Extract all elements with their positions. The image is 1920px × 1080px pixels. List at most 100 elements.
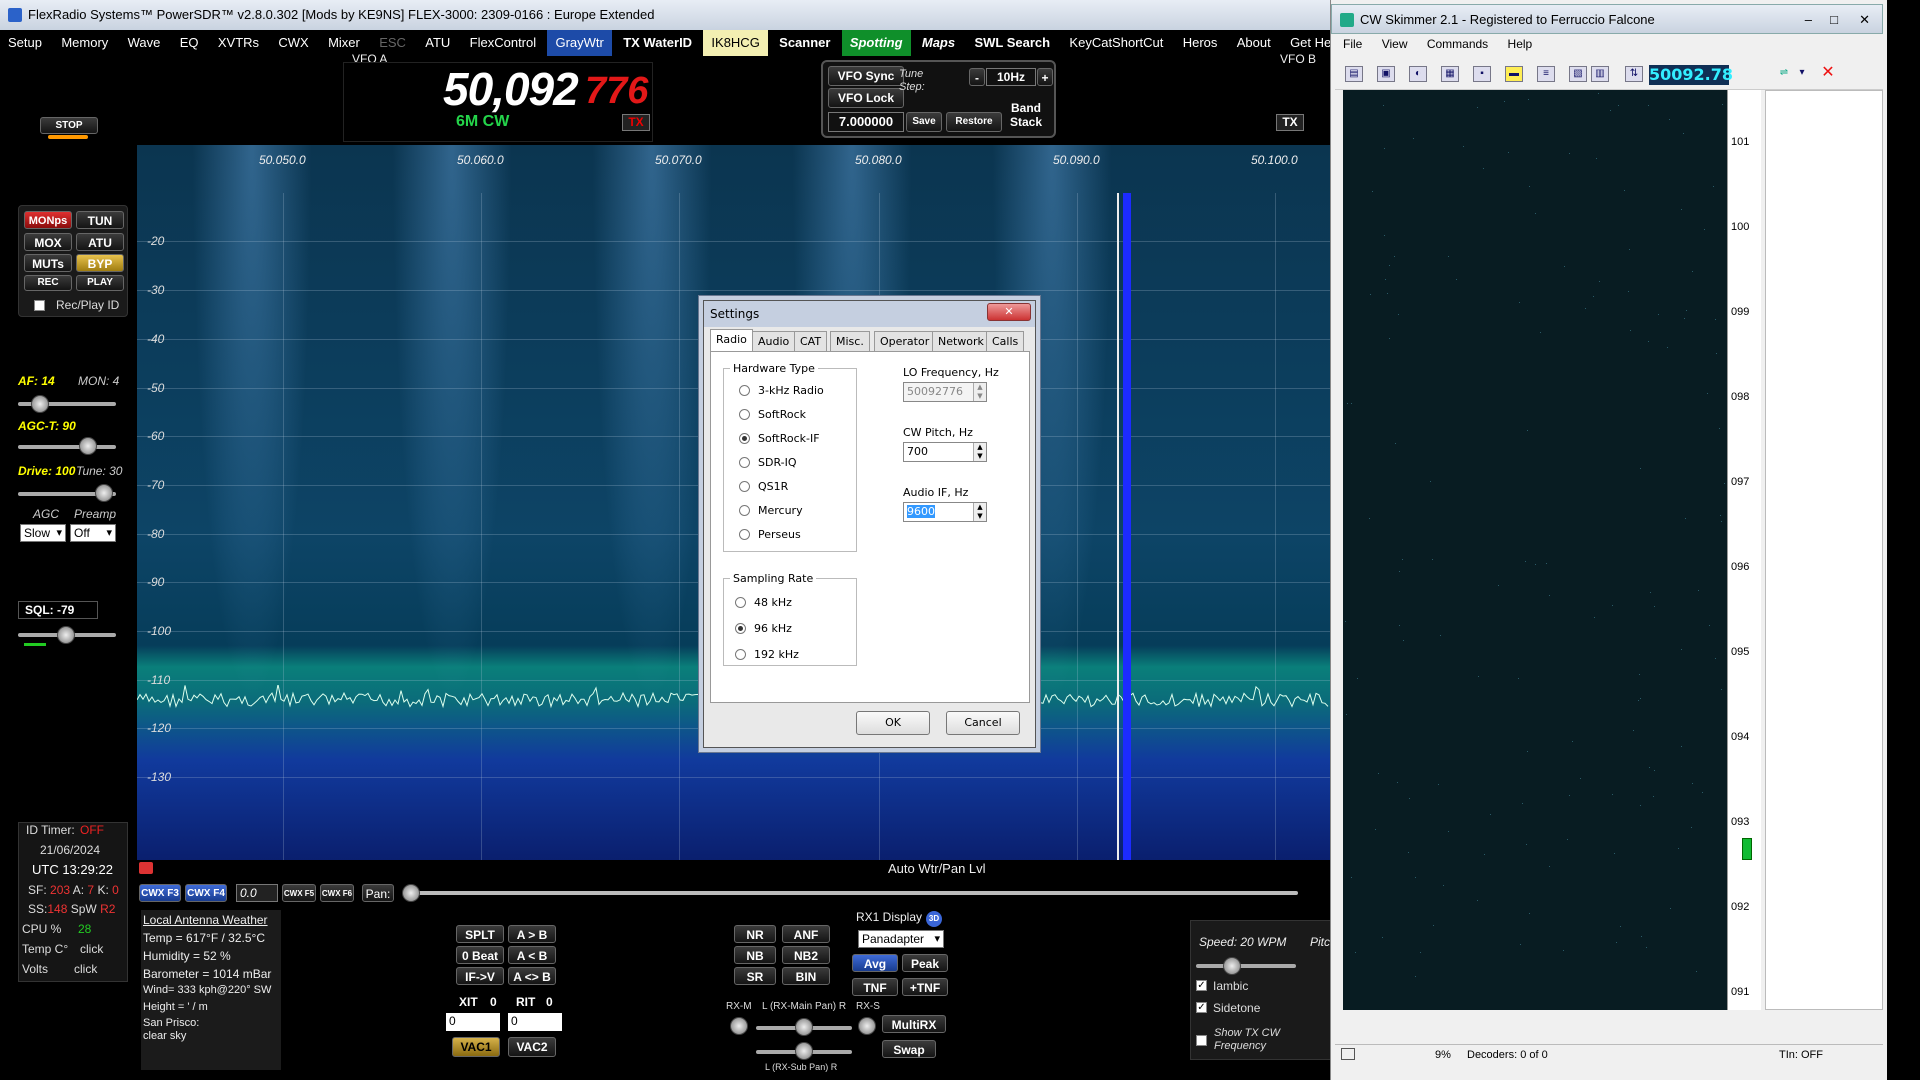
zero-beat-button[interactable]: 0 Beat	[456, 946, 504, 964]
stop-button[interactable]: STOP	[40, 117, 98, 134]
id-timer-value[interactable]: OFF	[80, 823, 104, 837]
network-icon[interactable]: ⇌	[1775, 66, 1793, 82]
mox-button[interactable]: MOX	[24, 233, 72, 251]
if-to-v-button[interactable]: IF->V	[456, 967, 504, 985]
preamp-select[interactable]: Off	[70, 524, 116, 542]
swap-button[interactable]: Swap	[882, 1040, 936, 1058]
tune-step-value[interactable]: 10Hz	[986, 68, 1036, 86]
filter-passband[interactable]	[1123, 193, 1131, 860]
minimize-icon[interactable]: –	[1805, 5, 1812, 35]
ok-button[interactable]: OK	[856, 711, 930, 735]
skimmer-menu-help[interactable]: Help	[1508, 37, 1533, 51]
cw-pitch-input[interactable]: 700 ▲ ▼	[903, 442, 987, 462]
muts-button[interactable]: MUTs	[24, 254, 72, 272]
menu-wave[interactable]: Wave	[120, 30, 169, 56]
cw-speed-knob[interactable]	[1223, 957, 1241, 975]
avg-button[interactable]: Avg	[852, 954, 898, 972]
menu-heros[interactable]: Heros	[1175, 30, 1226, 56]
sr-button[interactable]: SR	[734, 967, 776, 985]
chevron-down-icon[interactable]: ▾	[1793, 66, 1811, 82]
skimmer-menu-file[interactable]: File	[1343, 37, 1362, 51]
nr-button[interactable]: NR	[734, 925, 776, 943]
cwx-f6-button[interactable]: CWX F6	[320, 884, 354, 902]
cw-speed-slider[interactable]	[1196, 964, 1296, 968]
menu-about[interactable]: About	[1229, 30, 1279, 56]
agc-select[interactable]: Slow	[20, 524, 66, 542]
rit-input[interactable]: 0	[508, 1013, 562, 1031]
band-stack-button[interactable]: Band Stack	[1010, 101, 1042, 129]
tape-icon[interactable]: ▣	[1377, 66, 1395, 82]
menu-xvtrs[interactable]: XVTRs	[210, 30, 267, 56]
vfo-sync-button[interactable]: VFO Sync	[828, 66, 904, 86]
b-to-a-button[interactable]: A < B	[508, 946, 556, 964]
camera-icon[interactable]	[139, 862, 153, 874]
nb2-button[interactable]: NB2	[782, 946, 830, 964]
temp-click[interactable]: click	[80, 942, 103, 956]
sidetone-checkbox[interactable]: ✓	[1196, 1002, 1207, 1013]
main-pan-knob[interactable]	[795, 1018, 813, 1036]
hw-option-qs1r[interactable]: QS1R	[739, 480, 788, 493]
close-icon[interactable]: ✕	[987, 303, 1031, 321]
auto-wtr-pan-lvl[interactable]: Auto Wtr/Pan Lvl	[888, 861, 986, 876]
maximize-icon[interactable]: □	[1830, 5, 1838, 35]
spinner-icon[interactable]: ▲ ▼	[973, 383, 986, 401]
menu-cwx[interactable]: CWX	[270, 30, 316, 56]
cancel-button[interactable]: Cancel	[946, 711, 1020, 735]
xit-label[interactable]: XIT	[459, 995, 478, 1009]
vac2-button[interactable]: VAC2	[508, 1037, 556, 1057]
vfo-a-cursor-line[interactable]	[1117, 193, 1119, 860]
sr-option-96[interactable]: 96 kHz	[735, 622, 792, 635]
rec-button[interactable]: REC	[24, 275, 72, 291]
tab-misc[interactable]: Misc.	[830, 331, 870, 351]
vfo-b-tx-button[interactable]: TX	[1276, 114, 1304, 131]
marker-icon[interactable]: ▬	[1505, 66, 1523, 82]
menu-spotting[interactable]: Spotting	[841, 30, 911, 56]
sr-option-192[interactable]: 192 kHz	[735, 648, 799, 661]
multirx-button[interactable]: MultiRX	[882, 1015, 946, 1033]
monps-button[interactable]: MONps	[24, 211, 72, 229]
close-icon[interactable]: ✕	[1859, 5, 1870, 35]
spinner-icon[interactable]: ▲ ▼	[973, 503, 986, 521]
vfo-b-frequency[interactable]: 7.000000	[828, 112, 904, 132]
anf-button[interactable]: ANF	[782, 925, 830, 943]
menu-flexcontrol[interactable]: FlexControl	[462, 30, 544, 56]
display-mode-select[interactable]: Panadapter	[858, 930, 944, 948]
skimmer-waterfall[interactable]	[1343, 90, 1727, 1010]
hw-option-mercury[interactable]: Mercury	[739, 504, 803, 517]
tab-operator[interactable]: Operator	[874, 331, 936, 351]
rec-play-id-checkbox[interactable]	[34, 300, 45, 311]
spinner-icon[interactable]: ▲ ▼	[973, 443, 986, 461]
iambic-checkbox[interactable]: ✓	[1196, 980, 1207, 991]
radio-icon[interactable]: ▤	[1345, 66, 1363, 82]
vfo-a-frequency[interactable]: 50,092	[443, 62, 579, 116]
af-slider-knob[interactable]	[31, 395, 49, 413]
nb-button[interactable]: NB	[734, 946, 776, 964]
vfo-lock-button[interactable]: VFO Lock	[828, 88, 904, 108]
rx-m-gain-knob[interactable]	[730, 1017, 748, 1035]
pan-slider-track[interactable]	[408, 891, 1298, 895]
menu-maps[interactable]: Maps	[914, 30, 963, 56]
skimmer-menu-view[interactable]: View	[1382, 37, 1408, 51]
cwx-f5-button[interactable]: CWX F5	[282, 884, 316, 902]
lo-frequency-input[interactable]: 50092776 ▲ ▼	[903, 382, 987, 402]
skimmer-freq-scale[interactable]: 101 100 099 098 097 096 095 094 093 092 …	[1727, 90, 1761, 1010]
menu-memory[interactable]: Memory	[53, 30, 116, 56]
peak-button[interactable]: Peak	[902, 954, 948, 972]
sr-option-48[interactable]: 48 kHz	[735, 596, 792, 609]
save-button[interactable]: Save	[906, 112, 942, 132]
pan-slider-knob[interactable]	[402, 884, 420, 902]
notes-icon[interactable]: ≡	[1537, 66, 1555, 82]
tun-button[interactable]: TUN	[76, 211, 124, 229]
menu-scanner[interactable]: Scanner	[771, 30, 838, 56]
sql-label[interactable]: SQL: -79	[18, 601, 98, 619]
hw-option-sdr-iq[interactable]: SDR-IQ	[739, 456, 797, 469]
spots-icon[interactable]: ▧	[1569, 66, 1587, 82]
hw-option-softrock[interactable]: SoftRock	[739, 408, 806, 421]
skimmer-frequency[interactable]: 50092.78	[1649, 65, 1733, 85]
menu-eq[interactable]: EQ	[172, 30, 207, 56]
menu-tx-waterid[interactable]: TX WaterID	[615, 30, 700, 56]
tnf-button[interactable]: TNF	[852, 978, 898, 996]
hw-option-perseus[interactable]: Perseus	[739, 528, 801, 541]
windows-icon[interactable]: ▥	[1591, 66, 1609, 82]
a-swap-b-button[interactable]: A <> B	[508, 967, 556, 985]
